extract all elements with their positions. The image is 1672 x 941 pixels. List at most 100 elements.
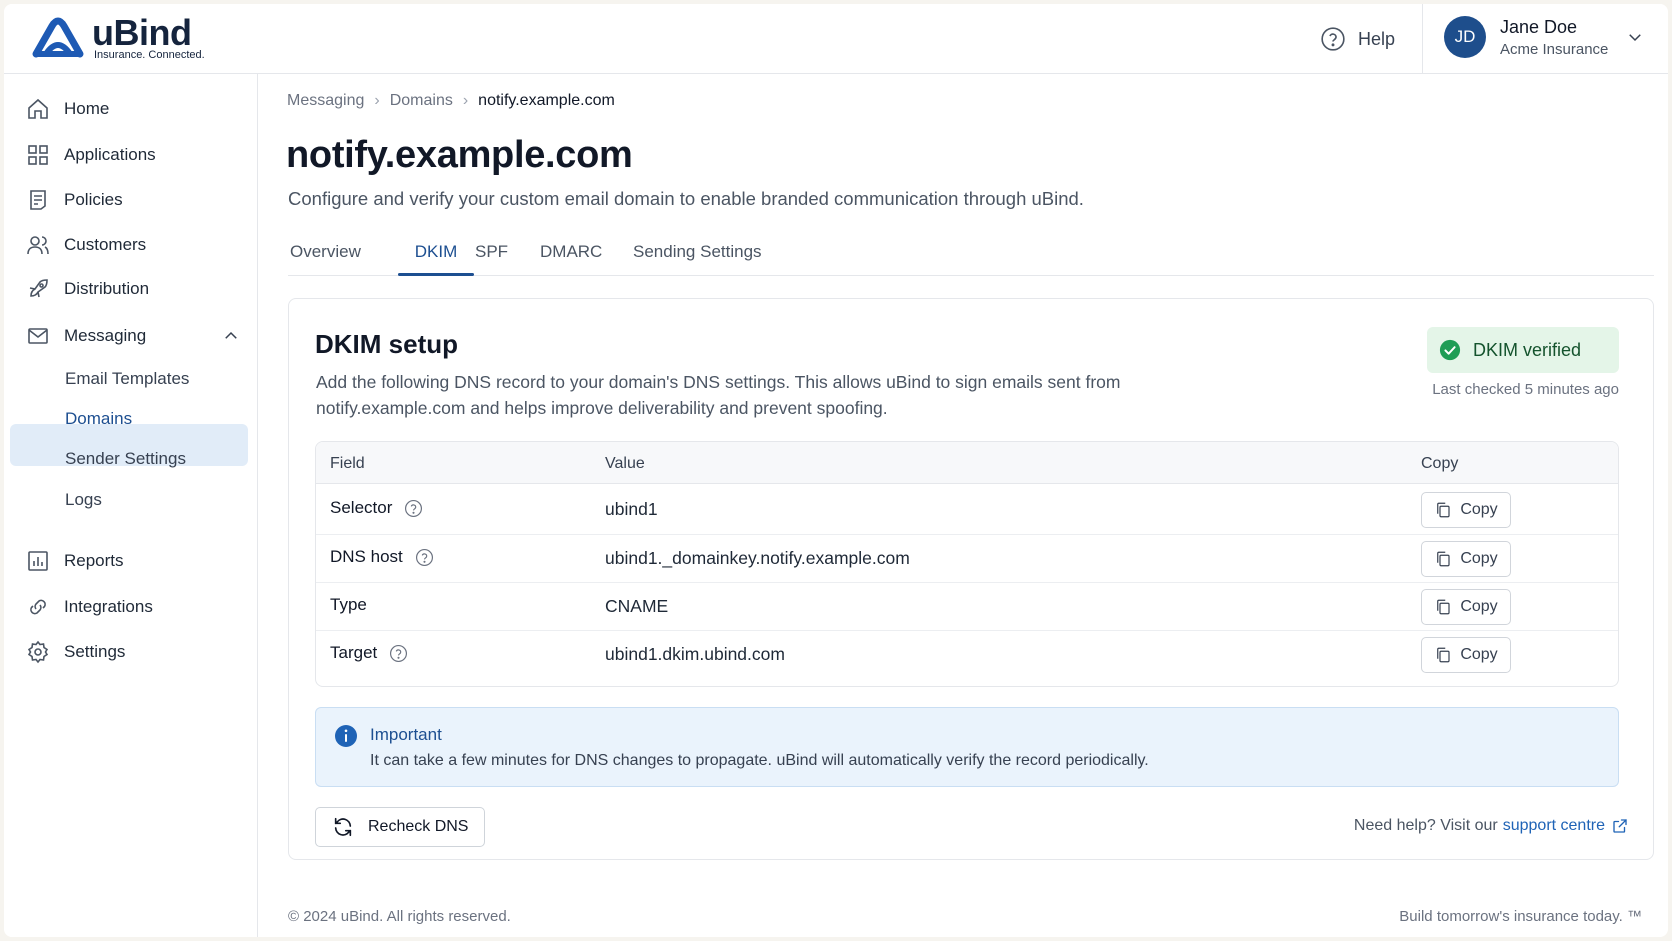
support-note: Need help? Visit our support centre (1354, 817, 1629, 835)
copy-button[interactable]: Copy (1421, 589, 1511, 625)
field-value: ubind1 (605, 499, 658, 519)
copy-label: Copy (1460, 646, 1498, 663)
column-header-copy: Copy (1421, 455, 1459, 472)
field-value: ubind1._domainkey.notify.example.com (605, 548, 910, 568)
copy-button[interactable]: Copy (1421, 541, 1511, 577)
refresh-icon (334, 817, 352, 837)
table-row: Selector ubind1 Copy (316, 484, 1618, 535)
chevron-right-icon: › (374, 92, 380, 109)
rocket-icon (29, 279, 48, 298)
info-title: Important (370, 725, 442, 744)
topbar-divider (1422, 4, 1423, 74)
help-button[interactable]: Help (1320, 26, 1395, 52)
sidebar-subitem-domains[interactable]: Domains (65, 409, 132, 429)
brand-tagline: Insurance. Connected. (94, 49, 205, 61)
sidebar-item-label: Settings (64, 642, 126, 661)
copy-label: Copy (1460, 550, 1498, 567)
recheck-dns-button[interactable]: Recheck DNS (315, 807, 485, 847)
breadcrumb: Messaging › Domains › notify.example.com (287, 92, 615, 110)
user-name: Jane Doe (1500, 16, 1578, 37)
sidebar-item-distribution[interactable]: Distribution (26, 274, 149, 304)
last-checked: Last checked 5 minutes ago (1432, 381, 1619, 398)
sidebar-item-integrations[interactable]: Integrations (26, 592, 153, 622)
mail-icon (28, 328, 48, 344)
page-subtitle: Configure and verify your custom email d… (288, 188, 1084, 209)
avatar: JD (1444, 16, 1486, 58)
support-centre-link[interactable]: support centre (1503, 817, 1605, 835)
ubind-logo-icon (32, 17, 84, 58)
copy-icon (1437, 599, 1450, 615)
tab-sending-settings[interactable]: Sending Settings (633, 242, 762, 262)
copy-icon (1437, 502, 1450, 518)
sidebar-subitem-sender-settings[interactable]: Sender Settings (65, 449, 186, 469)
copy-icon (1437, 551, 1450, 567)
copy-button[interactable]: Copy (1421, 637, 1511, 673)
field-cell: Selector (330, 498, 423, 518)
sidebar-item-label: Reports (64, 551, 124, 570)
grid-icon (28, 145, 48, 165)
field-value: ubind1.dkim.ubind.com (605, 644, 785, 664)
dkim-card: DKIM setup Add the following DNS record … (288, 298, 1654, 860)
table-row: Type CNAME Copy (316, 583, 1618, 631)
field-cell: Target (330, 643, 408, 663)
brand-logo[interactable]: uBind Insurance. Connected. (30, 14, 205, 62)
gear-icon (27, 640, 49, 664)
sidebar-subitem-logs[interactable]: Logs (65, 490, 102, 510)
breadcrumb-domains[interactable]: Domains (390, 92, 453, 110)
support-prefix: Need help? Visit our (1353, 817, 1498, 834)
status-badge: DKIM verified (1427, 327, 1619, 373)
document-icon (30, 190, 46, 210)
chevron-up-icon[interactable] (222, 327, 240, 345)
check-circle-icon (1439, 339, 1461, 361)
breadcrumb-current: notify.example.com (478, 92, 615, 109)
help-circle-icon[interactable] (389, 644, 408, 663)
card-description: Add the following DNS record to your dom… (316, 372, 1121, 418)
chevron-right-icon: › (462, 92, 469, 109)
column-header-field: Field (330, 455, 365, 472)
tab-overview[interactable]: Overview (290, 242, 361, 262)
sidebar-item-label: Customers (64, 235, 147, 254)
help-circle-icon[interactable] (415, 548, 434, 567)
top-bar: uBind Insurance. Connected. Help JD Jane… (4, 4, 1668, 74)
sidebar-item-home[interactable]: Home (26, 94, 109, 124)
sidebar-item-messaging[interactable]: Messaging (26, 321, 240, 351)
field-cell: Type (330, 595, 367, 615)
table-row: DNS host ubind1._domainkey.notify.exampl… (316, 535, 1618, 583)
home-icon (28, 98, 48, 119)
sidebar-item-settings[interactable]: Settings (26, 637, 125, 667)
sidebar-item-label: Messaging (64, 326, 147, 345)
external-link-icon[interactable] (1611, 817, 1629, 835)
sidebar-item-customers[interactable]: Customers (26, 230, 146, 260)
user-menu[interactable]: JD Jane Doe Acme Insurance (1444, 16, 1644, 58)
help-label: Help (1358, 28, 1396, 49)
info-text: It can take a few minutes for DNS change… (370, 752, 1149, 769)
chevron-down-icon (1629, 34, 1642, 42)
help-circle-icon[interactable] (404, 499, 423, 518)
breadcrumb-messaging[interactable]: Messaging (287, 92, 364, 110)
help-circle-icon (1321, 27, 1345, 51)
dns-record-table: Field Value Copy Selector ubind1 Copy DN… (315, 441, 1619, 687)
column-header-value: Value (605, 455, 645, 472)
field-name: DNS host (330, 547, 403, 566)
app-window: uBind Insurance. Connected. Help JD Jane… (4, 4, 1668, 937)
field-value: CNAME (605, 596, 669, 616)
copy-button[interactable]: Copy (1421, 492, 1511, 528)
footer-copyright: © 2024 uBind. All rights reserved. (288, 908, 511, 925)
sidebar-item-label: Home (64, 99, 110, 118)
tab-dkim[interactable]: DKIM (398, 242, 474, 262)
sidebar-item-applications[interactable]: Applications (26, 140, 156, 170)
sidebar-item-policies[interactable]: Policies (26, 185, 123, 215)
tab-bar: Overview DKIM SPF DMARC Sending Settings (288, 228, 1654, 276)
status-label: DKIM verified (1473, 339, 1582, 360)
sidebar-subitem-email-templates[interactable]: Email Templates (65, 369, 189, 389)
copy-icon (1437, 647, 1450, 663)
table-header: Field Value Copy (316, 442, 1618, 484)
active-tab-indicator (398, 273, 474, 276)
sidebar-item-reports[interactable]: Reports (26, 546, 124, 576)
tab-spf[interactable]: SPF (475, 242, 508, 262)
users-icon (27, 236, 49, 255)
tab-dmarc[interactable]: DMARC (540, 242, 602, 262)
page-title: notify.example.com (286, 134, 633, 176)
recheck-label: Recheck DNS (368, 818, 469, 835)
card-title: DKIM setup (315, 329, 458, 359)
